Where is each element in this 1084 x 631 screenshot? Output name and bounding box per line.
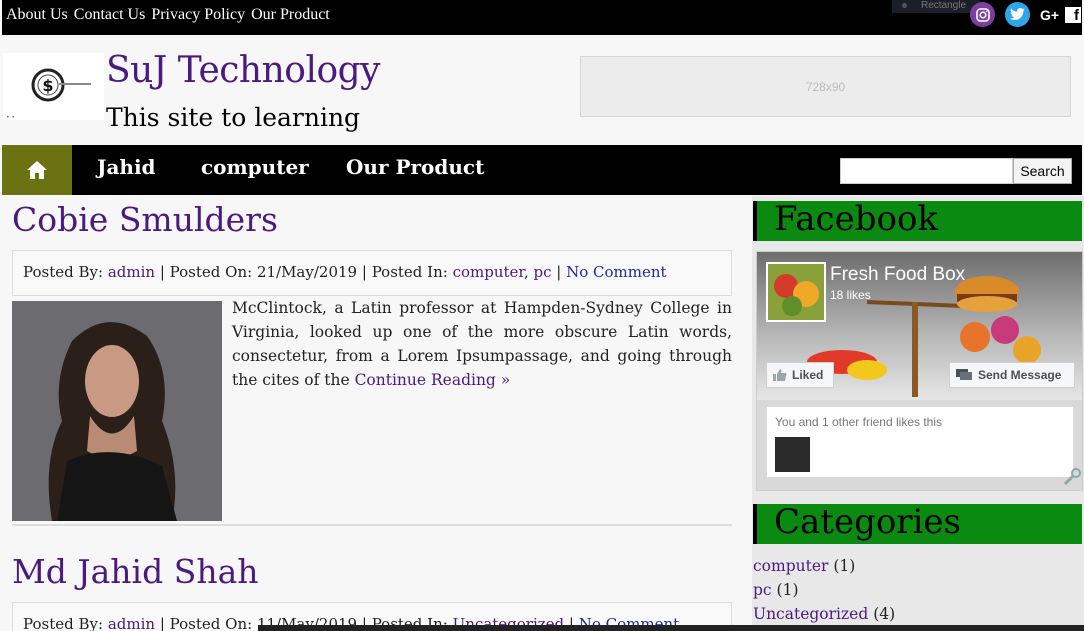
liked-button[interactable]: Liked [766,362,834,388]
nav-item-our-product[interactable]: Our Product [346,155,484,179]
google-plus-icon[interactable]: G+ [1040,7,1059,23]
post-date: 21/May/2019 [256,263,358,281]
facebook-cover-image[interactable]: Fresh Food Box 18 likes Liked Send Messa… [757,252,1082,400]
posted-on-label: Posted On: [169,615,253,631]
site-title[interactable]: SuJ Technology [106,50,381,91]
facebook-widget-heading: Facebook [753,199,1082,241]
friends-like-text: You and 1 other friend likes this [775,415,942,429]
posted-in-label: Posted In: [371,263,448,281]
post-meta: Posted By: admin | Posted On: 21/May/201… [12,250,732,296]
nav-item-jahid[interactable]: Jahid [97,155,156,179]
search-input[interactable] [840,158,1013,184]
facebook-page-name[interactable]: Fresh Food Box [830,264,965,286]
top-link-about[interactable]: About Us [6,6,68,23]
rectangle-ad[interactable]: Rectangle [892,0,980,13]
list-item: pc (1) [753,578,895,602]
posted-by-label: Posted By: [23,263,104,281]
horizontal-scrollbar[interactable] [258,625,1084,631]
top-link-product[interactable]: Our Product [251,6,330,23]
send-message-button[interactable]: Send Message [949,362,1075,388]
category-link[interactable]: pc [534,263,552,281]
categories-widget-heading: Categories [753,502,1082,544]
category-count: (1) [833,557,856,575]
nav-home-button[interactable] [2,145,72,195]
top-link-contact[interactable]: Contact Us [74,6,146,23]
top-bar: About Us Contact Us Privacy Policy Our P… [2,0,1082,35]
category-item-link[interactable]: computer [753,557,828,575]
categories-list: computer (1) pc (1) Uncategorized (4) [753,554,895,626]
rectangle-ad-label: Rectangle [921,0,967,11]
svg-text:$: $ [42,76,53,95]
post-title[interactable]: Md Jahid Shah [12,552,259,591]
ad-dot-icon [902,3,907,8]
facebook-friends-box: You and 1 other friend likes this [767,407,1073,477]
home-icon [27,161,47,179]
message-icon [956,369,972,380]
liked-button-label: Liked [792,368,824,382]
facebook-likes-count: 18 likes [830,288,871,302]
category-count: (1) [776,581,799,599]
continue-reading-link[interactable]: Continue Reading » [355,371,511,389]
send-message-label: Send Message [978,368,1062,382]
like-thumb-icon [773,369,787,381]
author-link[interactable]: admin [108,263,155,281]
author-link[interactable]: admin [108,615,155,631]
search-button[interactable]: Search [1013,158,1072,184]
list-item: Uncategorized (4) [753,602,895,626]
svg-text:• •: • • [6,114,15,120]
banner-ad[interactable]: 728x90 [580,56,1071,117]
category-count: (4) [873,605,896,623]
comments-link[interactable]: No Comment [566,263,666,281]
post-divider [12,524,732,526]
top-links: About Us Contact Us Privacy Policy Our P… [6,6,332,24]
site-logo[interactable]: $ • • [3,53,104,121]
post-title[interactable]: Cobie Smulders [12,200,278,239]
category-link[interactable]: computer [453,263,524,281]
wrench-icon[interactable] [1062,467,1082,487]
post-thumbnail[interactable] [12,301,222,521]
friend-avatar[interactable] [775,437,810,472]
posted-on-label: Posted On: [169,263,253,281]
facebook-page-plugin: Fresh Food Box 18 likes Liked Send Messa… [756,251,1083,491]
site-tagline: This site to learning [106,103,361,132]
twitter-icon[interactable] [1005,2,1030,27]
post-excerpt: McClintock, a Latin professor at Hampden… [232,296,732,392]
category-item-link[interactable]: Uncategorized [753,605,868,623]
main-nav: Jahid computer Our Product Search [2,145,1082,195]
posted-by-label: Posted By: [23,615,104,631]
top-link-privacy[interactable]: Privacy Policy [151,6,245,23]
category-item-link[interactable]: pc [753,581,772,599]
facebook-icon[interactable]: f [1065,7,1081,24]
list-item: computer (1) [753,554,895,578]
facebook-page-avatar[interactable] [766,262,826,322]
nav-item-computer[interactable]: computer [201,155,309,179]
instagram-icon[interactable] [970,2,995,27]
